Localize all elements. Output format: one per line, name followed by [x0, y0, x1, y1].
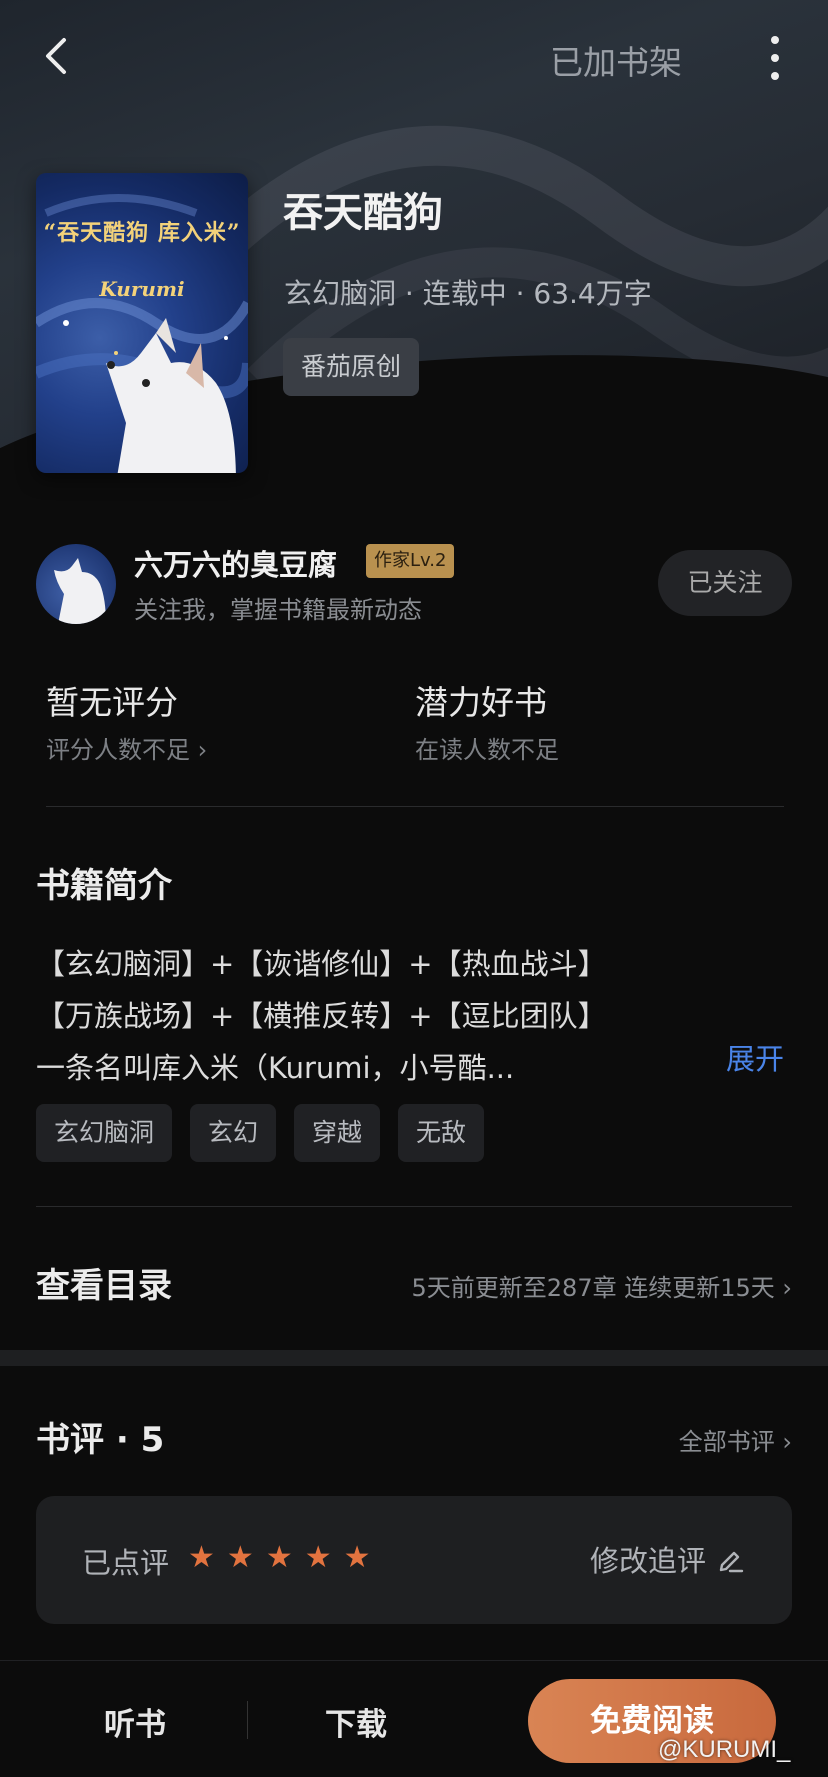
star-icon: ★ — [188, 1540, 215, 1575]
more-dots-icon — [771, 36, 779, 44]
divider — [46, 806, 784, 807]
intro-line: 【万族战场】+【横推反转】+【逗比团队】 — [36, 999, 607, 1033]
star-icon: ★ — [265, 1540, 293, 1575]
tag-chip[interactable]: 穿越 — [294, 1104, 381, 1162]
potential-stat-sub: 在读人数不足 — [415, 736, 559, 764]
star-icon: ★ — [343, 1540, 371, 1575]
star-icon: ★ — [226, 1540, 254, 1575]
toc-update-info: 5天前更新至287章 连续更新15天 › — [411, 1274, 792, 1302]
book-title: 吞天酷狗 — [283, 190, 443, 236]
back-button[interactable] — [36, 34, 80, 78]
review-title: 书评 · 5 — [36, 1420, 165, 1460]
review-header: 书评 · 5 全部书评 › — [36, 1412, 792, 1462]
follow-button[interactable]: 已关注 — [658, 550, 792, 616]
top-bar: 已加书架 — [0, 0, 828, 116]
intro-line: 【玄幻脑洞】+【诙谐修仙】+【热血战斗】 — [36, 947, 607, 981]
watermark: @KURUMI_ — [658, 1736, 791, 1763]
edit-review-label: 修改追评 — [589, 1544, 706, 1578]
divider — [36, 1206, 792, 1207]
author-name[interactable]: 六万六的臭豆腐 — [134, 542, 337, 584]
pencil-icon — [719, 1551, 744, 1573]
more-menu-button[interactable] — [762, 36, 788, 82]
author-level-badge: 作家Lv.2 — [366, 544, 455, 578]
potential-stat-main: 潜力好书 — [415, 683, 547, 722]
rating-stat[interactable]: 暂无评分 评分人数不足 › — [46, 676, 207, 765]
tag-chip[interactable]: 玄幻脑洞 — [36, 1104, 173, 1162]
tag-list: 玄幻脑洞 玄幻 穿越 无敌 — [36, 1104, 485, 1162]
download-button[interactable]: 下载 — [325, 1699, 387, 1744]
intro-title: 书籍简介 — [36, 866, 172, 906]
table-of-contents-row[interactable]: 查看目录 5天前更新至287章 连续更新15天 › — [36, 1252, 792, 1312]
author-row: 六万六的臭豆腐 作家Lv.2 关注我，掌握书籍最新动态 已关注 — [36, 542, 792, 626]
author-subtitle: 关注我，掌握书籍最新动态 — [134, 596, 422, 624]
avatar-dog-icon — [54, 558, 106, 624]
added-to-shelf-button[interactable]: 已加书架 — [550, 36, 682, 84]
original-tag: 番茄原创 — [283, 338, 420, 396]
cover-author: Kurumi — [99, 277, 185, 301]
cover-title: “吞天酷狗 库入米” — [43, 220, 241, 246]
my-review-card: 已点评 ★ ★ ★ ★ ★ 修改追评 — [36, 1496, 792, 1624]
potential-stat: 潜力好书 在读人数不足 — [415, 676, 559, 765]
edit-review-button[interactable]: 修改追评 — [590, 1538, 744, 1580]
intro-text[interactable]: 【玄幻脑洞】+【诙谐修仙】+【热血战斗】 【万族战场】+【横推反转】+【逗比团队… — [36, 938, 607, 1094]
toc-title: 查看目录 — [36, 1266, 172, 1306]
author-avatar[interactable] — [36, 544, 116, 624]
chevron-left-icon — [46, 38, 66, 74]
all-reviews-link[interactable]: 全部书评 › — [679, 1422, 792, 1457]
listen-button[interactable]: 听书 — [104, 1699, 166, 1744]
star-icon: ★ — [304, 1540, 332, 1575]
star-rating: ★ ★ ★ ★ ★ — [188, 1540, 371, 1576]
tag-chip[interactable]: 玄幻 — [190, 1104, 277, 1162]
book-cover[interactable]: “吞天酷狗 库入米” Kurumi — [36, 173, 248, 473]
expand-button[interactable]: 展开 — [726, 1036, 784, 1078]
book-meta: 玄幻脑洞 · 连载中 · 63.4万字 — [284, 277, 652, 310]
white-dog-illustration — [106, 318, 236, 473]
bar-separator — [247, 1701, 248, 1739]
rating-stat-sub: 评分人数不足 › — [46, 736, 208, 764]
intro-line: 一条名叫库入米（Kurumi，小号酷... — [36, 1051, 515, 1085]
rated-label: 已点评 — [82, 1546, 170, 1580]
tag-chip[interactable]: 无敌 — [398, 1104, 485, 1162]
section-divider — [0, 1350, 828, 1366]
rating-stat-main: 暂无评分 — [46, 683, 178, 722]
